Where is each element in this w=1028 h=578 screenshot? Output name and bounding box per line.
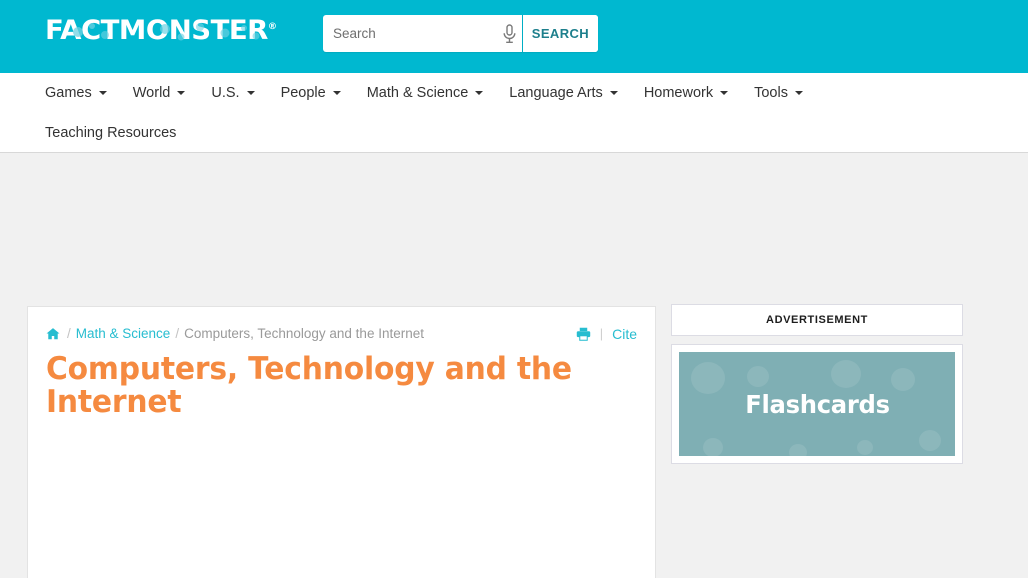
nav-row-primary: Games World U.S. People Math & Science Langua… xyxy=(0,73,1028,113)
chevron-down-icon xyxy=(720,91,729,95)
nav-item-tools[interactable]: Tools xyxy=(754,85,803,101)
nav-item-label: U.S. xyxy=(211,85,240,101)
home-icon[interactable] xyxy=(46,327,60,341)
chevron-down-icon xyxy=(246,91,255,95)
breadcrumb-separator-1: / xyxy=(67,326,71,341)
nav-item-label: Homework xyxy=(643,85,714,101)
nav-item-people[interactable]: People xyxy=(281,85,341,101)
nav-item-u-s[interactable]: U.S. xyxy=(211,85,255,101)
chevron-down-icon xyxy=(98,91,107,95)
chevron-down-icon xyxy=(332,91,341,95)
chevron-down-icon xyxy=(794,91,803,95)
home-glyph xyxy=(46,327,60,339)
nav-item-homework[interactable]: Homework xyxy=(643,85,729,101)
printer-icon[interactable] xyxy=(576,327,591,341)
logo-fact: Fact xyxy=(45,14,119,46)
flashcards-card[interactable]: Flashcards xyxy=(671,344,963,464)
chevron-down-icon xyxy=(609,91,618,95)
nav-item-label: Tools xyxy=(754,85,788,101)
logo-monster: Monster xyxy=(118,14,268,46)
main-navigation: Games World U.S. People Math & Science Langua… xyxy=(0,73,1028,153)
search-button[interactable]: SEARCH xyxy=(522,15,598,52)
nav-item-label: Math & Science xyxy=(366,85,469,101)
nav-item-games[interactable]: Games xyxy=(45,85,107,101)
nav-row-secondary: Teaching Resources xyxy=(0,113,1028,153)
cite-link[interactable]: Cite xyxy=(612,326,637,342)
search-bar: SEARCH xyxy=(323,15,598,52)
microphone-icon[interactable] xyxy=(496,15,522,52)
logo-registered-mark: ® xyxy=(267,21,277,32)
bubble-decoration xyxy=(857,440,873,455)
site-header: FactMonster® SEARCH xyxy=(0,0,1028,73)
nav-item-label: Games xyxy=(45,85,92,101)
bubble-decoration xyxy=(919,430,941,451)
page-title: Computers, Technology and the Internet xyxy=(46,351,572,421)
article-card: / Math & Science / Computers, Technology… xyxy=(27,306,656,578)
breadcrumb-link-math-science[interactable]: Math & Science xyxy=(76,326,171,341)
nav-item-math-science[interactable]: Math & Science xyxy=(367,85,484,101)
bubble-decoration xyxy=(691,362,725,394)
breadcrumb-separator-2: / xyxy=(175,326,180,341)
logo-wordmark: FactMonster® xyxy=(45,17,277,44)
chevron-down-icon xyxy=(475,91,484,95)
bubble-decoration xyxy=(703,438,723,456)
page-body: ADVERTISEMENT / Math & Science / Compute… xyxy=(0,153,1028,578)
breadcrumb-current: Computers, Technology and the Internet xyxy=(184,326,424,341)
breadcrumb: / Math & Science / Computers, Technology… xyxy=(28,307,655,342)
nav-item-language-arts[interactable]: Language Arts xyxy=(509,85,618,101)
flashcards-banner: Flashcards xyxy=(679,352,955,456)
chevron-down-icon xyxy=(177,91,186,95)
nav-item-label: People xyxy=(280,85,326,101)
tools-separator: | xyxy=(599,326,604,341)
nav-item-teaching-resources[interactable]: Teaching Resources xyxy=(45,125,176,141)
bubble-decoration xyxy=(831,360,861,388)
nav-item-label: World xyxy=(132,85,171,101)
flashcards-title: Flashcards xyxy=(744,389,890,419)
bubble-decoration xyxy=(789,444,807,456)
microphone-glyph xyxy=(503,23,516,43)
site-logo[interactable]: FactMonster® xyxy=(45,13,277,47)
nav-item-world[interactable]: World xyxy=(133,85,186,101)
printer-glyph xyxy=(576,327,590,341)
sidebar-ad-label: ADVERTISEMENT xyxy=(671,304,963,336)
nav-item-label: Language Arts xyxy=(509,85,603,101)
article-tools: | Cite xyxy=(576,326,637,342)
bubble-decoration xyxy=(891,368,915,391)
search-input[interactable] xyxy=(323,15,497,52)
bubble-decoration xyxy=(747,366,769,387)
sidebar: ADVERTISEMENT Flashcards xyxy=(671,304,963,464)
nav-item-label: Teaching Resources xyxy=(45,125,177,141)
